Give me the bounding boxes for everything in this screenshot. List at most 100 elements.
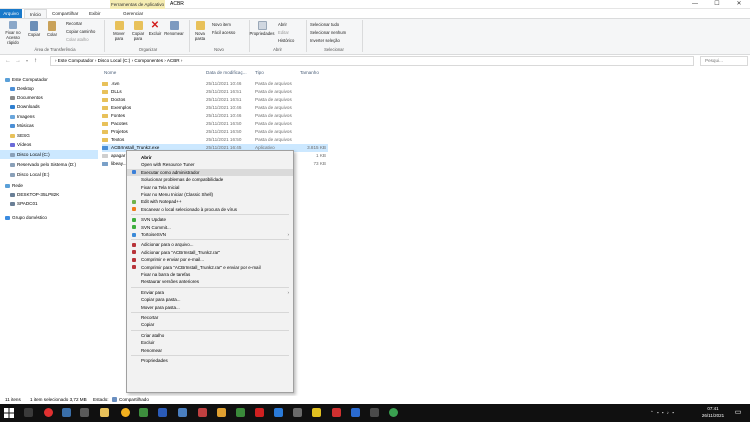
context-menu-item[interactable]: Comprimir para "ACBrInstall_Trunk2.rar" … [127,264,293,271]
copy-path-button[interactable]: Copiar caminho [66,29,95,34]
app-icon[interactable] [198,408,207,417]
app-icon[interactable] [312,408,321,417]
context-menu-item[interactable]: Solucionar problemas de compatibilidade [127,176,293,183]
history-button[interactable]: Histórico [278,38,294,43]
context-menu-item[interactable]: Fixar na Tela Inicial [127,184,293,191]
context-menu-item[interactable]: Abrir [127,154,293,161]
app-icon[interactable] [293,408,302,417]
context-menu-item[interactable]: Escanear o local selecionado à procura d… [127,206,293,213]
sidebar-item[interactable]: Disco Local (E:) [0,170,98,179]
context-menu-item[interactable]: Open with Resource Tuner [127,161,293,168]
select-all-button[interactable]: Selecionar tudo [310,22,339,27]
context-menu-item[interactable]: SVN Update [127,216,293,223]
sidebar-item[interactable]: Imagens [0,112,98,121]
column-size-header[interactable]: Tamanho [300,69,319,77]
sidebar-item[interactable]: DESKTOP-35LP82K [0,190,98,199]
minimize-button[interactable]: — [684,0,706,9]
context-menu-item[interactable]: Excluir [127,339,293,346]
move-to-button[interactable]: Mover para [110,21,128,41]
tab-arquivo[interactable]: Arquivo [0,9,22,18]
sidebar-item[interactable]: Este Computador [0,75,98,84]
context-menu-item[interactable]: Fixar na barra de tarefas [127,271,293,278]
copy-to-button[interactable]: Copiar para [129,21,147,41]
taskbar-clock[interactable]: 07:41 26/11/2021 [698,405,728,419]
sidebar-item[interactable]: Desktop [0,84,98,93]
app-icon[interactable] [80,408,89,417]
tab-gerenciar[interactable]: Gerenciar [118,9,148,18]
app-icon[interactable] [217,408,226,417]
context-menu-item[interactable]: Copiar para pasta... [127,296,293,303]
app-icon[interactable] [62,408,71,417]
select-none-button[interactable]: Selecionar nenhum [310,30,346,35]
app-icon[interactable] [158,408,167,417]
context-menu-item[interactable]: Propriedades [127,357,293,364]
context-menu-item[interactable]: Renomear [127,347,293,354]
sidebar-item[interactable]: Músicas [0,121,98,130]
sidebar-item[interactable]: SPADC01 [0,199,98,208]
app-icon[interactable] [332,408,341,417]
sidebar-item[interactable]: Grupo doméstico [0,213,98,222]
delete-button[interactable]: ✕ Excluir [148,21,162,37]
windows-start-icon[interactable] [4,408,14,418]
up-arrow-icon[interactable]: ↑ [34,57,37,65]
new-folder-button[interactable]: Nova pasta [192,21,208,41]
sidebar-item[interactable]: Rede [0,181,98,190]
tab-compartilhar[interactable]: Compartilhar [47,9,83,18]
app-icon[interactable] [236,408,245,417]
context-menu-item[interactable]: SVN Commit... [127,224,293,231]
copy-button[interactable]: Copiar [26,21,42,37]
column-date-header[interactable]: Data de modificaç... [206,69,247,77]
sidebar-item[interactable]: Reservado pelo Sistema (D:) [0,160,98,169]
back-arrow-icon[interactable]: ← [5,57,11,65]
address-bar[interactable]: › Este Computador › Disco Local (C:) › C… [50,56,694,66]
invert-selection-button[interactable]: Inverter seleção [310,38,340,43]
sidebar-item[interactable]: Documentos [0,93,98,102]
context-menu-item[interactable]: Executar como administrador [127,168,293,176]
sidebar-item[interactable]: SESG [0,131,98,140]
context-menu-item[interactable]: Fixar no Menu Iniciar (Classic Shell) [127,191,293,198]
file-explorer-icon[interactable] [100,408,109,417]
tab-exibir[interactable]: Exibir [84,9,106,18]
context-menu-item[interactable]: Copiar [127,321,293,328]
context-menu-item[interactable]: Recortar [127,314,293,321]
recent-dropdown-icon[interactable]: ▾ [26,57,28,65]
app-icon[interactable] [255,408,264,417]
context-menu-item[interactable]: Mover para pasta... [127,304,293,311]
context-menu-item[interactable]: Restaurar versões anteriores [127,278,293,285]
app-icon[interactable] [370,408,379,417]
close-button[interactable]: ✕ [728,0,750,9]
edit-button[interactable]: Editar [278,30,289,35]
context-menu-item[interactable]: Adicionar para o arquivo... [127,241,293,248]
search-input[interactable]: Pesqui... [700,56,748,66]
app-icon[interactable] [389,408,398,417]
context-menu-item[interactable]: Comprimir e enviar por e-mail... [127,256,293,263]
app-icon[interactable] [178,408,187,417]
paste-shortcut-button[interactable]: Colar atalho [66,37,89,42]
maximize-button[interactable]: ☐ [706,0,728,9]
context-menu-item[interactable]: Edit with Notepad++ [127,198,293,205]
rename-button[interactable]: Renomear [163,21,185,36]
column-name-header[interactable]: Nome [104,69,116,77]
context-menu-item[interactable]: Enviar para › [127,289,293,296]
column-type-header[interactable]: Tipo [255,69,264,77]
new-item-button[interactable]: Novo item [212,22,231,27]
open-button[interactable]: Abrir [278,22,287,27]
paste-button[interactable]: Colar [45,21,59,37]
sidebar-item[interactable]: Disco Local (C:) [0,150,98,159]
task-view-icon[interactable] [24,408,33,417]
easy-access-button[interactable]: Fácil acesso [212,30,235,35]
sidebar-item[interactable]: Vídeos [0,140,98,149]
context-menu-item[interactable]: Criar atalho [127,332,293,339]
pin-quick-access-button[interactable]: Fixar no Acesso rápido [2,21,24,45]
tab-inicio[interactable]: Início [24,9,47,18]
cut-button[interactable]: Recortar [66,21,82,26]
properties-button[interactable]: Propriedades [249,21,275,36]
context-menu-item[interactable]: TortoiseSVN › [127,231,293,238]
sidebar-item[interactable]: Downloads [0,102,98,111]
chrome-icon[interactable] [121,408,130,417]
opera-icon[interactable] [44,408,53,417]
app-icon[interactable] [351,408,360,417]
context-menu-item[interactable]: Adicionar para "ACBrInstall_Trunk2.rar" [127,249,293,256]
forward-arrow-icon[interactable]: → [15,57,21,65]
system-tray[interactable]: ⌃ ▪ ▪ ♪ ▪ [650,409,692,417]
